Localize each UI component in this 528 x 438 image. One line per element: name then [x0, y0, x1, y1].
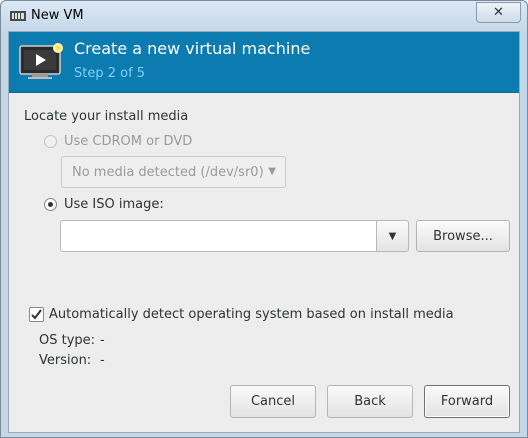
auto-detect-label: Automatically detect operating system ba…	[49, 307, 454, 322]
chevron-down-icon: ▼	[268, 166, 276, 177]
cdrom-radio-label: Use CDROM or DVD	[64, 134, 193, 149]
cancel-button[interactable]: Cancel	[230, 385, 316, 418]
monitor-play-icon	[19, 43, 63, 79]
os-type-label: OS type:	[39, 333, 96, 348]
wizard-header: Create a new virtual machine Step 2 of 5	[9, 32, 519, 93]
forward-button[interactable]: Forward	[424, 385, 510, 418]
iso-path-input[interactable]	[60, 220, 377, 252]
vm-app-icon	[10, 11, 26, 21]
auto-detect-checkbox[interactable]	[29, 307, 44, 322]
cdrom-device-combo[interactable]: No media detected (/dev/sr0) ▼	[61, 156, 286, 188]
close-icon: ✕	[493, 5, 504, 20]
radio-selected-dot	[48, 202, 53, 207]
step-indicator: Step 2 of 5	[74, 66, 146, 81]
os-type-value: -	[100, 333, 105, 348]
version-label: Version:	[39, 353, 92, 368]
version-value: -	[100, 353, 105, 368]
browse-button[interactable]: Browse...	[416, 220, 510, 252]
chevron-down-icon: ▼	[388, 230, 397, 242]
iso-radio[interactable]	[44, 198, 57, 211]
iso-history-dropdown[interactable]: ▼	[376, 220, 409, 252]
page-title: Create a new virtual machine	[74, 39, 311, 58]
close-button[interactable]: ✕	[476, 2, 521, 23]
back-button[interactable]: Back	[327, 385, 413, 418]
cdrom-radio[interactable]	[44, 135, 57, 148]
new-vm-window: New VM ✕ Create a new virtual machine St…	[0, 0, 528, 438]
cdrom-combo-value: No media detected (/dev/sr0)	[72, 165, 264, 180]
checkmark-icon	[31, 309, 42, 320]
iso-radio-label: Use ISO image:	[64, 197, 164, 212]
wizard-body: Create a new virtual machine Step 2 of 5…	[8, 31, 520, 433]
section-label: Locate your install media	[24, 109, 189, 124]
title-bar[interactable]: New VM ✕	[1, 1, 527, 31]
window-title: New VM	[31, 8, 84, 23]
